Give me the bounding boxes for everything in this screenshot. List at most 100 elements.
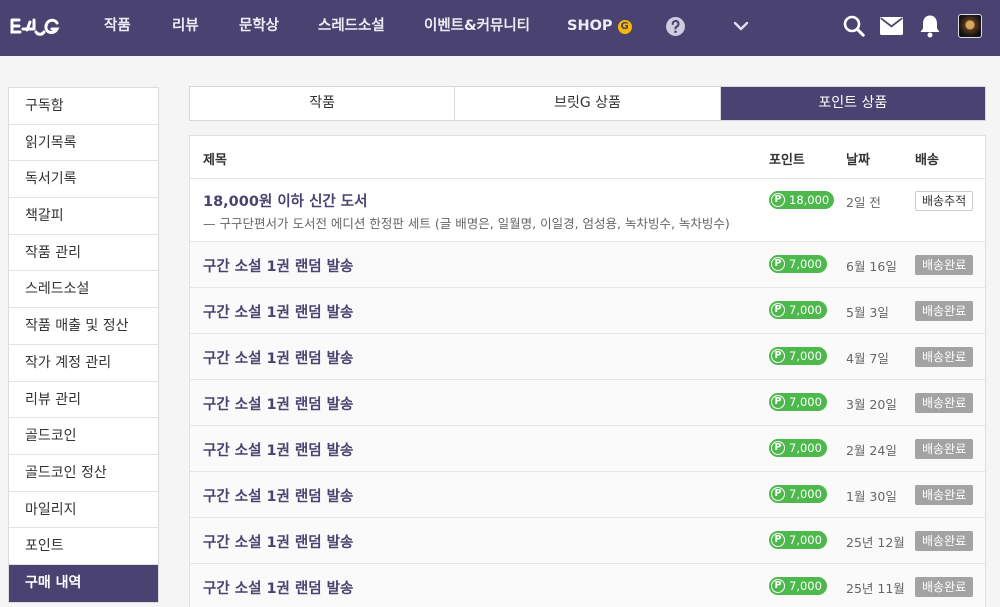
points-value: 7,000 bbox=[789, 257, 822, 271]
table-header: 제목 포인트 날짜 배송 bbox=[190, 136, 985, 179]
points-value: 7,000 bbox=[789, 349, 822, 363]
item-subtitle: — 구구단편서가 도서전 에디션 한정판 세트 (글 배명은, 일월명, 이일경… bbox=[203, 216, 730, 231]
item-title[interactable]: 구간 소설 1권 랜덤 발송 bbox=[203, 531, 353, 552]
points-badge: P 7,000 bbox=[769, 577, 827, 595]
tab-works[interactable]: 작품 bbox=[190, 87, 456, 120]
sidebar-menu: 구독함 읽기목록 독서기록 책갈피 작품 관리 스레드소설 작품 매출 및 정산… bbox=[8, 87, 159, 603]
nav-literary-awards[interactable]: 문학상 bbox=[239, 0, 279, 56]
item-title[interactable]: 구간 소설 1권 랜덤 발송 bbox=[203, 439, 353, 460]
nav-reviews[interactable]: 리뷰 bbox=[172, 0, 199, 56]
purchase-date: 25년 12월 bbox=[846, 535, 905, 550]
shipping-status-badge: 배송완료 bbox=[915, 301, 974, 321]
table-row: 구간 소설 1권 랜덤 발송 P 7,000 6월 16일 배송완료 bbox=[190, 242, 985, 288]
points-value: 7,000 bbox=[789, 487, 822, 501]
item-title[interactable]: 구간 소설 1권 랜덤 발송 bbox=[203, 347, 353, 368]
points-value: 7,000 bbox=[789, 533, 822, 547]
shipping-status-badge: 배송완료 bbox=[915, 255, 974, 275]
tab-britg-goods[interactable]: 브릿G 상품 bbox=[455, 87, 721, 120]
table-row: 구간 소설 1권 랜덤 발송 P 7,000 3월 20일 배송완료 bbox=[190, 380, 985, 426]
sidebar-item-reading-log[interactable]: 독서기록 bbox=[9, 161, 158, 199]
sidebar-item-points[interactable]: 포인트 bbox=[9, 528, 158, 565]
purchase-tabs: 작품 브릿G 상품 포인트 상품 bbox=[189, 86, 986, 121]
points-value: 7,000 bbox=[789, 303, 822, 317]
sidebar-item-gold-coin[interactable]: 골드코인 bbox=[9, 418, 158, 455]
header-title: 제목 bbox=[203, 153, 227, 168]
tab-point-goods[interactable]: 포인트 상품 bbox=[720, 87, 985, 120]
purchase-date: 5월 3일 bbox=[846, 305, 889, 320]
item-title[interactable]: 구간 소설 1권 랜덤 발송 bbox=[203, 255, 353, 276]
point-icon: P bbox=[771, 349, 785, 363]
table-row: 구간 소설 1권 랜덤 발송 P 7,000 2월 24일 배송완료 bbox=[190, 426, 985, 472]
header-shipping: 배송 bbox=[915, 153, 939, 168]
table-row: 구간 소설 1권 랜덤 발송 P 7,000 4월 7일 배송완료 bbox=[190, 334, 985, 380]
sidebar-item-purchase-history[interactable]: 구매 내역 bbox=[9, 564, 158, 602]
item-title[interactable]: 구간 소설 1권 랜덤 발송 bbox=[203, 577, 353, 598]
sidebar-item-manage-reviews[interactable]: 리뷰 관리 bbox=[9, 382, 158, 419]
purchase-date: 2일 전 bbox=[846, 195, 881, 210]
item-title[interactable]: 18,000원 이하 신간 도서 bbox=[203, 190, 367, 211]
table-row: 18,000원 이하 신간 도서 — 구구단편서가 도서전 에디션 한정판 세트… bbox=[190, 179, 985, 242]
points-value: 7,000 bbox=[789, 579, 822, 593]
points-badge: P 7,000 bbox=[769, 255, 827, 273]
sidebar-item-author-account[interactable]: 작가 계정 관리 bbox=[9, 345, 158, 382]
table-row: 구간 소설 1권 랜덤 발송 P 7,000 1월 30일 배송완료 bbox=[190, 472, 985, 518]
bell-icon[interactable] bbox=[919, 14, 941, 38]
sidebar-item-bookmarks[interactable]: 책갈피 bbox=[9, 198, 158, 235]
points-badge: P 7,000 bbox=[769, 439, 827, 457]
sidebar-item-reading-list[interactable]: 읽기목록 bbox=[9, 125, 158, 162]
table-row: 구간 소설 1권 랜덤 발송 P 7,000 25년 12월 배송완료 bbox=[190, 518, 985, 564]
search-icon[interactable] bbox=[842, 14, 866, 38]
points-value: 18,000 bbox=[789, 193, 830, 207]
question-circle-icon[interactable] bbox=[665, 16, 686, 37]
purchase-date: 3월 20일 bbox=[846, 397, 897, 412]
track-shipping-button[interactable]: 배송추적 bbox=[915, 191, 974, 211]
sidebar-item-mileage[interactable]: 마일리지 bbox=[9, 492, 158, 529]
points-badge: P 7,000 bbox=[769, 531, 827, 549]
purchase-date: 6월 16일 bbox=[846, 259, 897, 274]
sidebar-item-thread-novels[interactable]: 스레드소설 bbox=[9, 271, 158, 309]
chevron-down-icon[interactable] bbox=[733, 18, 749, 34]
sidebar-item-subscriptions[interactable]: 구독함 bbox=[9, 88, 158, 125]
points-badge: P 7,000 bbox=[769, 347, 827, 365]
header-date: 날짜 bbox=[846, 153, 870, 168]
point-icon: P bbox=[771, 579, 785, 593]
nav-thread-novels[interactable]: 스레드소설 bbox=[318, 0, 385, 56]
table-row: 구간 소설 1권 랜덤 발송 P 7,000 25년 11월 배송완료 bbox=[190, 564, 985, 607]
nav-shop[interactable]: SHOP G bbox=[567, 0, 632, 56]
shipping-status-badge: 배송완료 bbox=[915, 439, 974, 459]
logo-mark bbox=[10, 18, 60, 36]
item-title[interactable]: 구간 소설 1권 랜덤 발송 bbox=[203, 301, 353, 322]
shop-label: SHOP bbox=[567, 18, 613, 34]
point-icon: P bbox=[771, 533, 785, 547]
purchase-date: 1월 30일 bbox=[846, 489, 897, 504]
mail-icon[interactable] bbox=[880, 16, 903, 36]
point-icon: P bbox=[771, 395, 785, 409]
sidebar-item-manage-works[interactable]: 작품 관리 bbox=[9, 235, 158, 272]
point-icon: P bbox=[771, 303, 785, 317]
header-points: 포인트 bbox=[769, 153, 805, 168]
sidebar-item-gold-coin-settlement[interactable]: 골드코인 정산 bbox=[9, 455, 158, 492]
shipping-status-badge: 배송완료 bbox=[915, 531, 974, 551]
table-row: 구간 소설 1권 랜덤 발송 P 7,000 5월 3일 배송완료 bbox=[190, 288, 985, 334]
sidebar-item-sales-settlement[interactable]: 작품 매출 및 정산 bbox=[9, 308, 158, 345]
points-badge: P 7,000 bbox=[769, 393, 827, 411]
item-title[interactable]: 구간 소설 1권 랜덤 발송 bbox=[203, 485, 353, 506]
points-badge: P 18,000 bbox=[769, 191, 835, 209]
points-value: 7,000 bbox=[789, 395, 822, 409]
point-icon: P bbox=[771, 441, 785, 455]
shop-g-badge: G bbox=[617, 20, 632, 34]
nav-events-community[interactable]: 이벤트&커뮤니티 bbox=[424, 0, 530, 56]
user-avatar[interactable] bbox=[958, 14, 982, 38]
nav-works[interactable]: 작품 bbox=[104, 0, 131, 56]
point-icon: P bbox=[771, 257, 785, 271]
item-title[interactable]: 구간 소설 1권 랜덤 발송 bbox=[203, 393, 353, 414]
point-icon: P bbox=[771, 193, 785, 207]
shipping-status-badge: 배송완료 bbox=[915, 393, 974, 413]
shipping-status-badge: 배송완료 bbox=[915, 577, 974, 597]
purchase-date: 2월 24일 bbox=[846, 443, 897, 458]
shipping-status-badge: 배송완료 bbox=[915, 485, 974, 505]
points-value: 7,000 bbox=[789, 441, 822, 455]
brand-logo[interactable] bbox=[10, 13, 60, 41]
shipping-status-badge: 배송완료 bbox=[915, 347, 974, 367]
top-nav: 작품 리뷰 문학상 스레드소설 이벤트&커뮤니티 SHOP G bbox=[0, 0, 1000, 56]
